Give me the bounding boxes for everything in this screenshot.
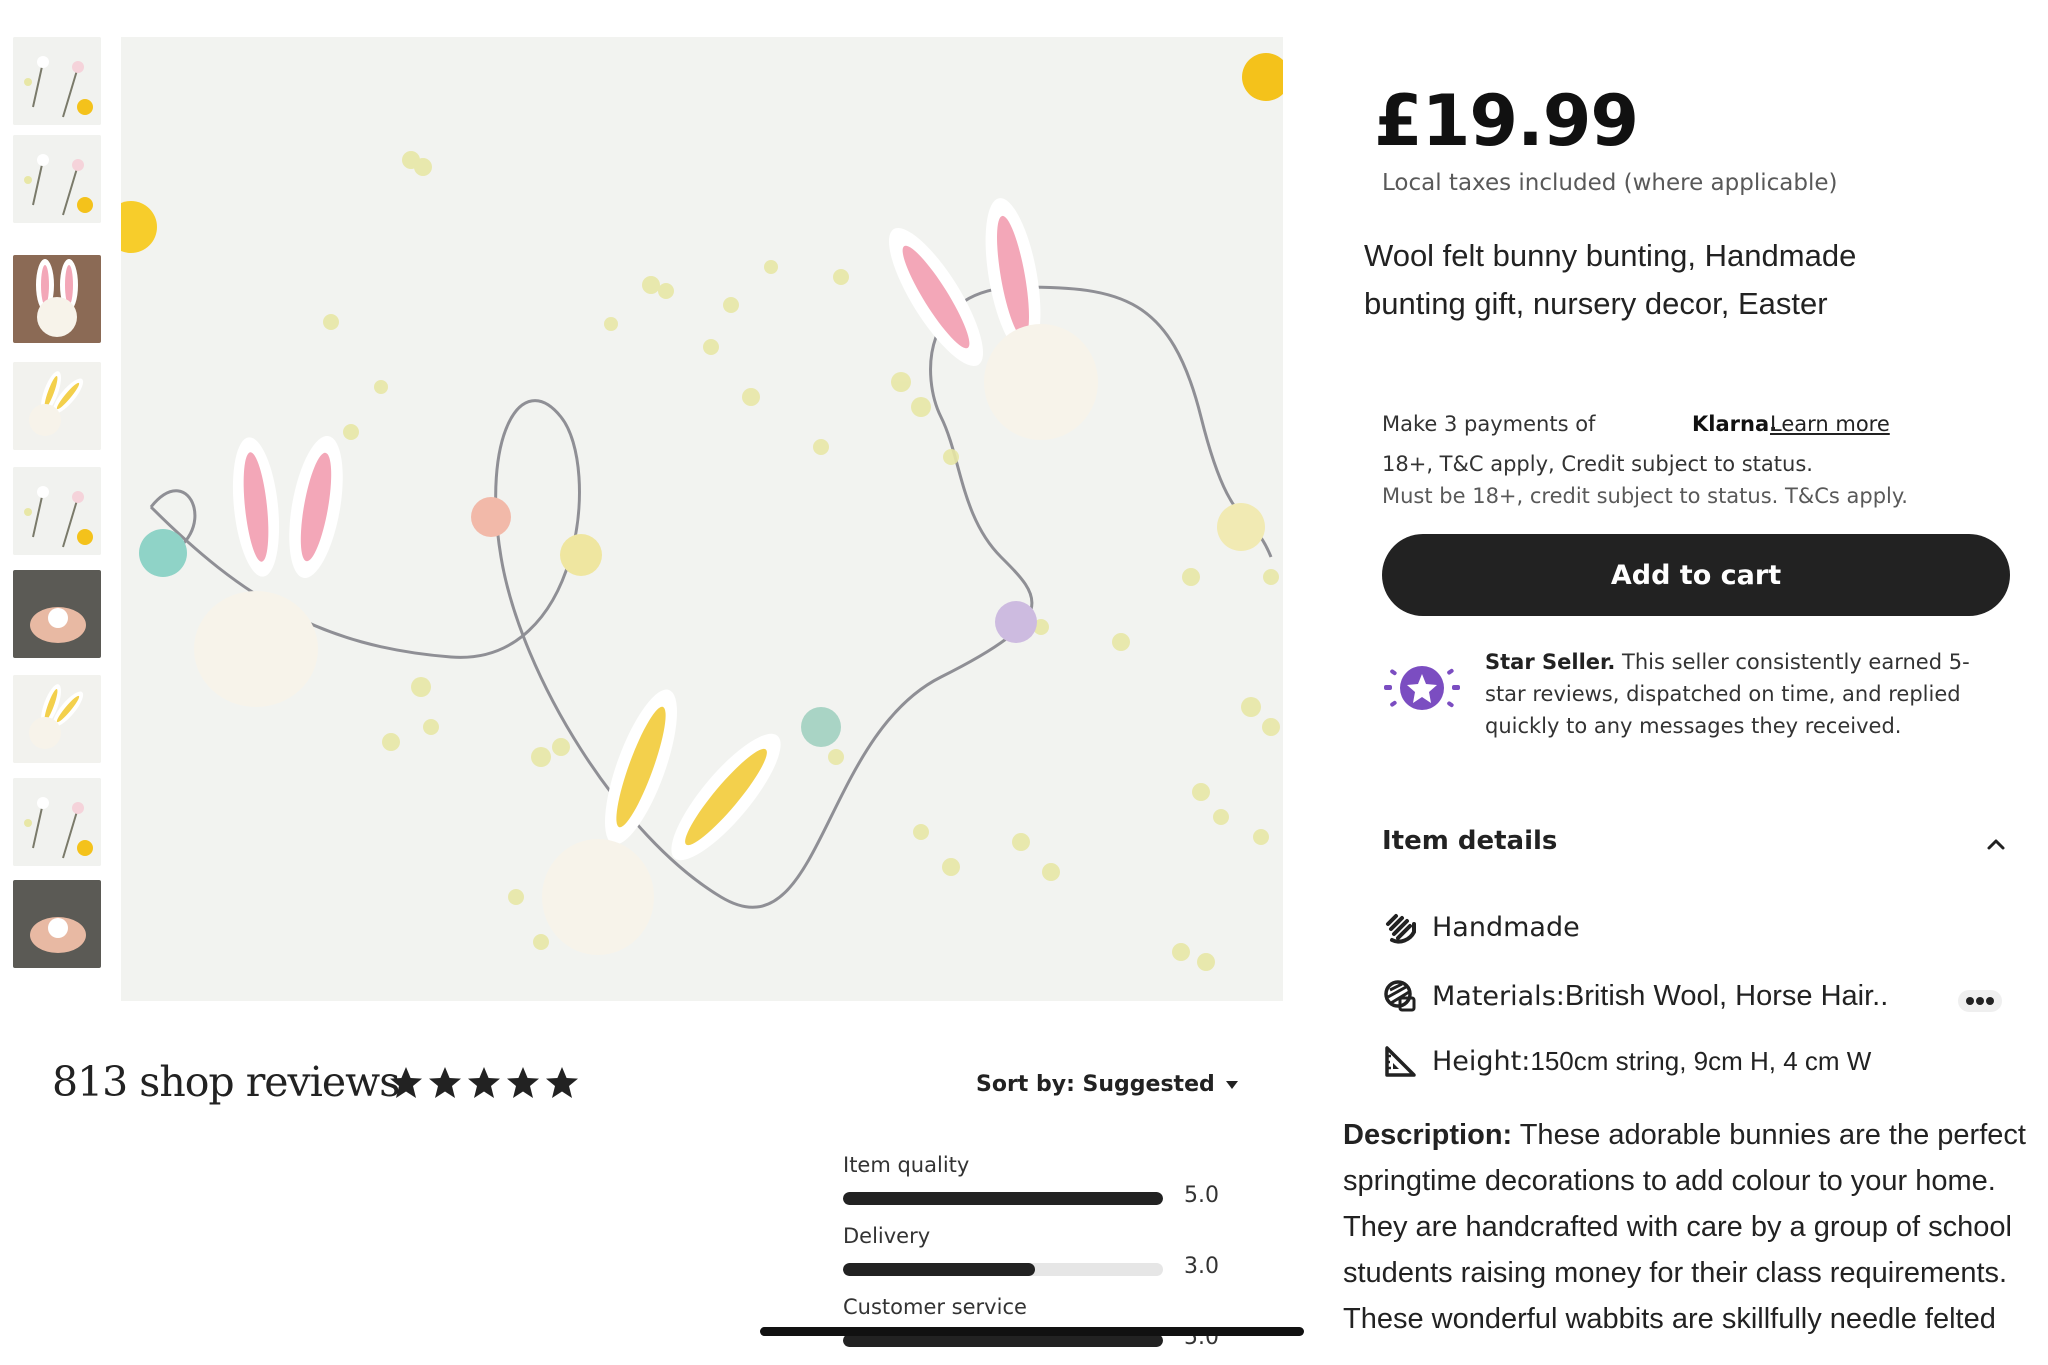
star-seller-badge-icon	[1382, 662, 1462, 714]
materials-icon	[1384, 980, 1416, 1012]
gallery-thumbnail[interactable]	[13, 135, 101, 223]
gallery-thumbnail[interactable]	[13, 37, 101, 125]
height-label: Height:	[1432, 1046, 1531, 1077]
rating-bar	[843, 1192, 1163, 1205]
ruler-triangle-icon	[1385, 1046, 1416, 1077]
rating-value: 3.0	[1184, 1254, 1219, 1279]
star-icon	[468, 1067, 500, 1098]
detail-handmade: Handmade	[1382, 908, 2022, 948]
rating-bar	[843, 1263, 1163, 1276]
description-label: Description:	[1343, 1119, 1513, 1151]
item-details-toggle[interactable]: Item details	[1382, 826, 2010, 866]
star-seller-text: Star Seller. This seller consistently ea…	[1485, 646, 2005, 742]
rating-label: Customer service	[843, 1295, 1027, 1319]
klarna-payments-text: Make 3 payments of	[1382, 412, 1596, 436]
price: £19.99	[1374, 80, 1639, 162]
gallery-thumbnail[interactable]	[13, 675, 101, 763]
star-icon	[507, 1067, 539, 1098]
height-value: 150cm string, 9cm H, 4 cm W	[1530, 1046, 1872, 1076]
star-icon	[390, 1067, 422, 1098]
rating-value: 5.0	[1184, 1183, 1219, 1208]
rating-stars	[388, 1065, 580, 1105]
rating-label: Item quality	[843, 1153, 970, 1177]
sort-by-dropdown[interactable]: Sort by: Suggested	[976, 1072, 1239, 1097]
horizontal-scrollbar[interactable]	[760, 1327, 1304, 1336]
product-description: Description: These adorable bunnies are …	[1343, 1112, 2033, 1342]
add-to-cart-button[interactable]: Add to cart	[1382, 534, 2010, 616]
handmade-label: Handmade	[1432, 912, 1580, 943]
materials-value: British Wool, Horse Hair..	[1564, 980, 1889, 1012]
gallery-thumbnail[interactable]	[13, 778, 101, 866]
rating-bar-fill	[843, 1263, 1035, 1276]
rating-bar-fill	[843, 1192, 1163, 1205]
klarna-terms: 18+, T&C apply, Credit subject to status…	[1382, 452, 1813, 476]
klarna-terms-secondary: Must be 18+, credit subject to status. T…	[1382, 484, 1908, 508]
detail-height: Height:150cm string, 9cm H, 4 cm W	[1382, 1042, 2022, 1082]
materials-label: Materials:	[1432, 981, 1565, 1012]
hand-icon	[1386, 914, 1416, 944]
main-product-photo[interactable]	[121, 37, 1283, 1001]
gallery-thumbnail[interactable]	[13, 570, 101, 658]
star-icon	[546, 1067, 578, 1098]
gallery-thumbnail[interactable]	[13, 362, 101, 450]
chevron-up-icon	[1987, 839, 2005, 850]
caret-down-icon	[1225, 1080, 1238, 1089]
gallery-thumbnail[interactable]	[13, 880, 101, 968]
rating-label: Delivery	[843, 1224, 931, 1248]
klarna-logo: Klarna.	[1692, 412, 1778, 436]
gallery-thumbnail[interactable]	[13, 255, 101, 343]
product-title: Wool felt bunny bunting, Handmade buntin…	[1364, 238, 1857, 321]
more-options-icon[interactable]	[1958, 990, 2002, 1012]
star-icon	[429, 1067, 461, 1098]
item-details-title: Item details	[1382, 826, 1558, 856]
shop-reviews-count: 813 shop reviews	[52, 1058, 400, 1106]
star-seller-title: Star Seller.	[1485, 650, 1616, 674]
taxes-note: Local taxes included (where applicable)	[1382, 170, 1838, 196]
detail-materials: Materials:British Wool, Horse Hair..	[1382, 976, 2022, 1016]
klarna-learn-more-link[interactable]: Learn more	[1770, 412, 1890, 436]
sort-by-label: Sort by: Suggested	[976, 1072, 1215, 1097]
description-text: These adorable bunnies are the perfect s…	[1343, 1119, 2026, 1335]
gallery-thumbnail[interactable]	[13, 467, 101, 555]
